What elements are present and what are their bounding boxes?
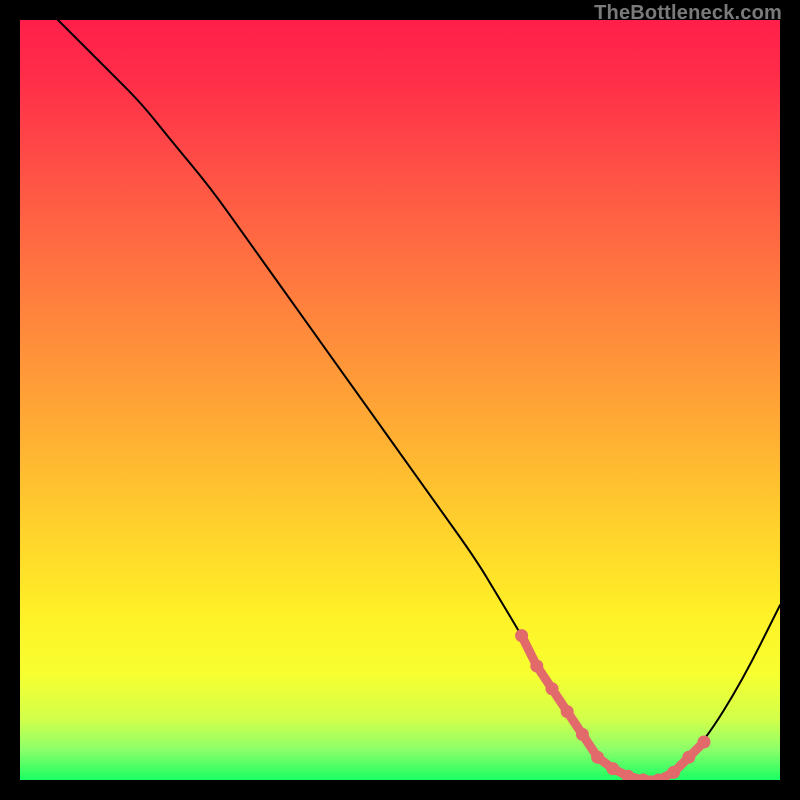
optimal-region-marker bbox=[698, 736, 711, 749]
optimal-region-marker bbox=[546, 682, 559, 695]
optimal-region-marker bbox=[561, 705, 574, 718]
optimal-region-marker bbox=[591, 751, 604, 764]
optimal-region-marker bbox=[667, 766, 680, 779]
optimal-region-marker bbox=[682, 751, 695, 764]
optimal-region-marker bbox=[576, 728, 589, 741]
chart-container: TheBottleneck.com bbox=[0, 0, 800, 800]
optimal-region-marker bbox=[606, 762, 619, 775]
optimal-region-marker bbox=[515, 629, 528, 642]
plot-area bbox=[20, 20, 780, 780]
optimal-region-marker bbox=[530, 660, 543, 673]
chart-svg bbox=[20, 20, 780, 780]
gradient-background bbox=[20, 20, 780, 780]
